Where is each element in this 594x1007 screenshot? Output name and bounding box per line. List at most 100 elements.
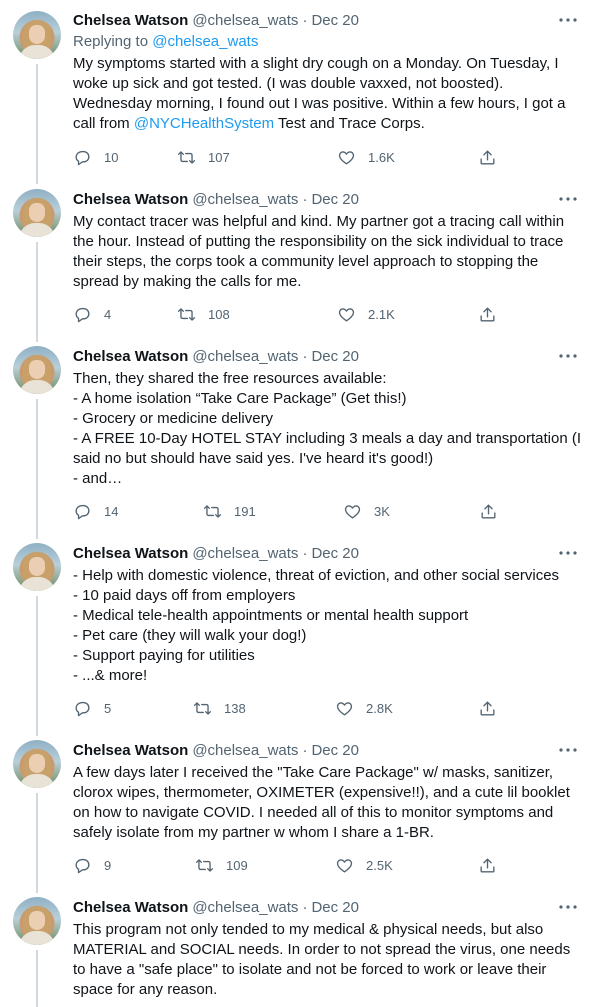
heart-icon — [344, 504, 361, 519]
like-button[interactable]: 2.1K — [337, 303, 395, 325]
replying-prefix: Replying to — [73, 33, 149, 50]
share-icon — [480, 306, 495, 322]
tweet-line: space for any reason. — [73, 981, 218, 998]
reply-button[interactable]: 5 — [73, 697, 111, 719]
tweet-line: - and… — [73, 470, 123, 487]
tweet-line: Wednesday morning, I found out I was pos… — [73, 95, 566, 112]
share-button[interactable] — [478, 303, 497, 325]
reply-button[interactable]: 4 — [73, 303, 111, 325]
tweet-line: call from @NYCHealthSystem Test and Trac… — [73, 114, 578, 134]
share-icon — [480, 857, 495, 873]
reply-icon — [75, 858, 90, 873]
avatar[interactable] — [13, 346, 61, 394]
retweet-button[interactable]: 191 — [203, 500, 256, 522]
retweet-count: 108 — [208, 306, 230, 322]
like-button[interactable]: 1.6K — [337, 146, 395, 168]
share-icon — [480, 700, 495, 716]
tweet-date[interactable]: Dec 20 — [311, 191, 359, 208]
reply-count: 10 — [104, 149, 119, 165]
more-icon[interactable] — [556, 189, 580, 209]
tweet-line: - 10 paid days off from employers — [73, 587, 296, 604]
author-name[interactable]: Chelsea Watson — [73, 545, 188, 562]
author-name[interactable]: Chelsea Watson — [73, 899, 188, 916]
author-handle[interactable]: @chelsea_wats — [192, 348, 298, 365]
like-button[interactable]: 2.8K — [335, 697, 393, 719]
author-handle[interactable]: @chelsea_wats — [192, 12, 298, 29]
tweet[interactable]: Chelsea Watson @chelsea_wats · Dec 20 Th… — [0, 342, 594, 539]
retweet-button[interactable]: 108 — [177, 303, 230, 325]
reply-count: 5 — [104, 700, 112, 716]
tweet[interactable]: Chelsea Watson @chelsea_wats · Dec 20 My… — [0, 185, 594, 342]
share-button[interactable] — [478, 854, 497, 876]
share-button[interactable] — [479, 500, 498, 522]
share-button[interactable] — [478, 146, 497, 168]
tweet-actions: 10 107 1.6K — [73, 146, 503, 168]
tweet-actions: 4 108 2.1K — [73, 303, 503, 325]
separator-dot: · — [302, 544, 308, 562]
tweet[interactable]: Chelsea Watson @chelsea_wats · Dec 20 Re… — [0, 0, 594, 185]
retweet-button[interactable]: 109 — [195, 854, 248, 876]
author-name[interactable]: Chelsea Watson — [73, 742, 188, 759]
like-count: 2.8K — [366, 700, 393, 716]
like-button[interactable]: 2.5K — [335, 854, 393, 876]
tweet-date[interactable]: Dec 20 — [311, 742, 359, 759]
author-handle[interactable]: @chelsea_wats — [192, 545, 298, 562]
author-name[interactable]: Chelsea Watson — [73, 191, 188, 208]
retweet-count: 138 — [224, 700, 246, 716]
avatar[interactable] — [13, 189, 61, 237]
reply-button[interactable]: 9 — [73, 854, 111, 876]
tweet-line: clorox wipes, thermometer, OXIMETER (exp… — [73, 784, 570, 801]
retweet-icon — [193, 701, 212, 715]
reply-button[interactable]: 14 — [73, 500, 118, 522]
reply-icon — [75, 504, 90, 519]
avatar[interactable] — [13, 11, 61, 59]
tweet-text: This program not only tended to my medic… — [73, 920, 578, 1000]
replying-handle-link[interactable]: @chelsea_wats — [152, 33, 258, 50]
author-handle[interactable]: @chelsea_wats — [192, 191, 298, 208]
retweet-icon — [177, 150, 196, 164]
retweet-button[interactable]: 138 — [193, 697, 246, 719]
heart-icon — [336, 701, 353, 716]
separator-dot: · — [302, 898, 308, 916]
separator-dot: · — [302, 190, 308, 208]
line-suffix: Test and Trace Corps. — [274, 115, 425, 132]
tweet-line: A few days later I received the "Take Ca… — [73, 764, 554, 781]
avatar[interactable] — [13, 740, 61, 788]
more-icon[interactable] — [556, 10, 580, 30]
tweet-date[interactable]: Dec 20 — [311, 348, 359, 365]
more-icon[interactable] — [556, 543, 580, 563]
author-name[interactable]: Chelsea Watson — [73, 12, 188, 29]
author-name[interactable]: Chelsea Watson — [73, 348, 188, 365]
mention-link[interactable]: @NYCHealthSystem — [134, 115, 274, 132]
like-count: 2.1K — [368, 306, 395, 322]
reply-button[interactable]: 10 — [73, 146, 118, 168]
tweet-date[interactable]: Dec 20 — [311, 899, 359, 916]
author-handle[interactable]: @chelsea_wats — [192, 742, 298, 759]
author-handle[interactable]: @chelsea_wats — [192, 899, 298, 916]
tweet-line: the hour. Instead of putting the respons… — [73, 233, 564, 250]
separator-dot: · — [302, 741, 308, 759]
avatar[interactable] — [13, 897, 61, 945]
reply-count: 14 — [104, 503, 119, 519]
tweet-date[interactable]: Dec 20 — [311, 545, 359, 562]
avatar[interactable] — [13, 543, 61, 591]
tweet-line: This program not only tended to my medic… — [73, 921, 544, 938]
tweet-header: Chelsea Watson @chelsea_wats · Dec 20 — [73, 740, 359, 760]
more-icon[interactable] — [556, 346, 580, 366]
tweet-line: Then, they shared the free resources ava… — [73, 370, 387, 387]
tweet-line: to have a "safe place" to isolate and no… — [73, 961, 547, 978]
share-icon — [480, 149, 495, 165]
tweet-text: - Help with domestic violence, threat of… — [73, 566, 578, 686]
tweet[interactable]: Chelsea Watson @chelsea_wats · Dec 20 - … — [0, 539, 594, 736]
more-icon[interactable] — [556, 897, 580, 917]
more-icon[interactable] — [556, 740, 580, 760]
tweet[interactable]: Chelsea Watson @chelsea_wats · Dec 20 Th… — [0, 893, 594, 1007]
tweet-text: My symptoms started with a slight dry co… — [73, 54, 578, 134]
share-button[interactable] — [478, 697, 497, 719]
separator-dot: · — [302, 11, 308, 29]
retweet-button[interactable]: 107 — [177, 146, 230, 168]
tweet-header: Chelsea Watson @chelsea_wats · Dec 20 — [73, 10, 359, 30]
tweet-date[interactable]: Dec 20 — [311, 12, 359, 29]
tweet[interactable]: Chelsea Watson @chelsea_wats · Dec 20 A … — [0, 736, 594, 893]
like-button[interactable]: 3K — [343, 500, 390, 522]
